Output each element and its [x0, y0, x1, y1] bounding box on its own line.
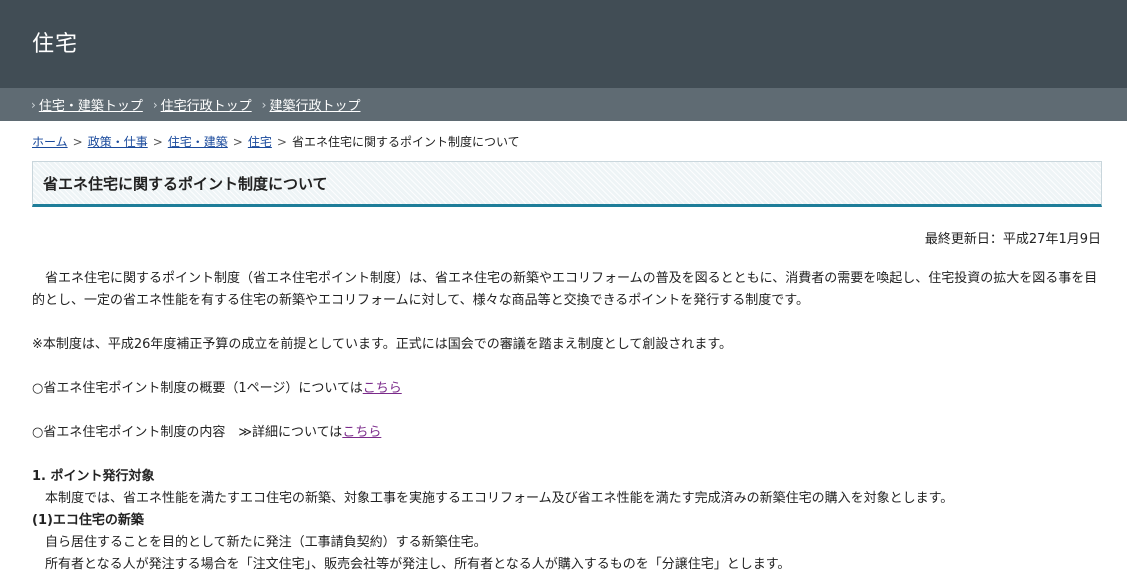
breadcrumb-housing[interactable]: 住宅	[248, 133, 272, 150]
breadcrumb-home[interactable]: ホーム	[32, 133, 68, 150]
subnav-link[interactable]: 建築行政トップ	[269, 95, 360, 114]
breadcrumb-separator: >	[152, 134, 163, 149]
subnav-link[interactable]: 住宅行政トップ	[161, 95, 252, 114]
page-title: 省エネ住宅に関するポイント制度について	[43, 174, 328, 193]
intro-paragraph: 省エネ住宅に関するポイント制度（省エネ住宅ポイント制度）は、省エネ住宅の新築やエ…	[32, 271, 1098, 308]
breadcrumb-current: 省エネ住宅に関するポイント制度について	[291, 135, 520, 149]
breadcrumb-separator: >	[276, 134, 287, 149]
chevron-right-icon: ›	[261, 97, 267, 112]
detail-text: ○省エネ住宅ポイント制度の内容 ≫詳細については	[32, 425, 343, 440]
breadcrumb-housing-building[interactable]: 住宅・建築	[168, 133, 228, 150]
subnav-item-building-admin-top[interactable]: › 建築行政トップ	[261, 95, 361, 115]
overview-link[interactable]: こちら	[363, 381, 402, 396]
overview-line: ○省エネ住宅ポイント制度の概要（1ページ）についてはこちら	[32, 378, 1104, 400]
last-updated-date: 最終更新日：平成27年1月9日	[924, 232, 1101, 247]
chevron-right-icon: ›	[31, 97, 36, 112]
breadcrumb-separator: >	[232, 134, 243, 149]
subnav-item-housing-building-top[interactable]: › 住宅・建築トップ	[31, 95, 143, 115]
page-title-box: 省エネ住宅に関するポイント制度について	[32, 161, 1102, 207]
breadcrumb-policy[interactable]: 政策・仕事	[88, 133, 148, 150]
chevron-right-icon: ›	[152, 97, 158, 112]
section1-text: 本制度では、省エネ性能を満たすエコ住宅の新築、対象工事を実施するエコリフォーム及…	[32, 491, 954, 506]
subnav-link[interactable]: 住宅・建築トップ	[39, 95, 143, 114]
section1-heading: 1. ポイント発行対象	[32, 469, 155, 484]
detail-line: ○省エネ住宅ポイント制度の内容 ≫詳細についてはこちら	[32, 422, 1104, 444]
sub-navigation: › 住宅・建築トップ › 住宅行政トップ › 建築行政トップ	[0, 88, 1127, 121]
subsection1-heading: (1)エコ住宅の新築	[32, 513, 144, 528]
breadcrumb: ホーム > 政策・仕事 > 住宅・建築 > 住宅 > 省エネ住宅に関するポイント…	[32, 133, 520, 150]
breadcrumb-separator: >	[72, 134, 83, 149]
note-paragraph: ※本制度は、平成26年度補正予算の成立を前提としています。正式には国会での審議を…	[32, 337, 733, 352]
site-title: 住宅	[32, 32, 79, 57]
detail-link[interactable]: こちら	[342, 425, 381, 440]
site-header: 住宅	[0, 0, 1127, 88]
subnav-item-housing-admin-top[interactable]: › 住宅行政トップ	[152, 95, 252, 115]
subsection1-line1: 自ら居住することを目的として新たに発注（工事請負契約）する新築住宅。	[32, 535, 487, 550]
main-content: 省エネ住宅に関するポイント制度（省エネ住宅ポイント制度）は、省エネ住宅の新築やエ…	[32, 268, 1104, 576]
subsection1-line2: 所有者となる人が発注する場合を「注文住宅」、販売会社等が発注し、所有者となる人が…	[32, 557, 791, 572]
overview-text: ○省エネ住宅ポイント制度の概要（1ページ）については	[32, 381, 363, 396]
